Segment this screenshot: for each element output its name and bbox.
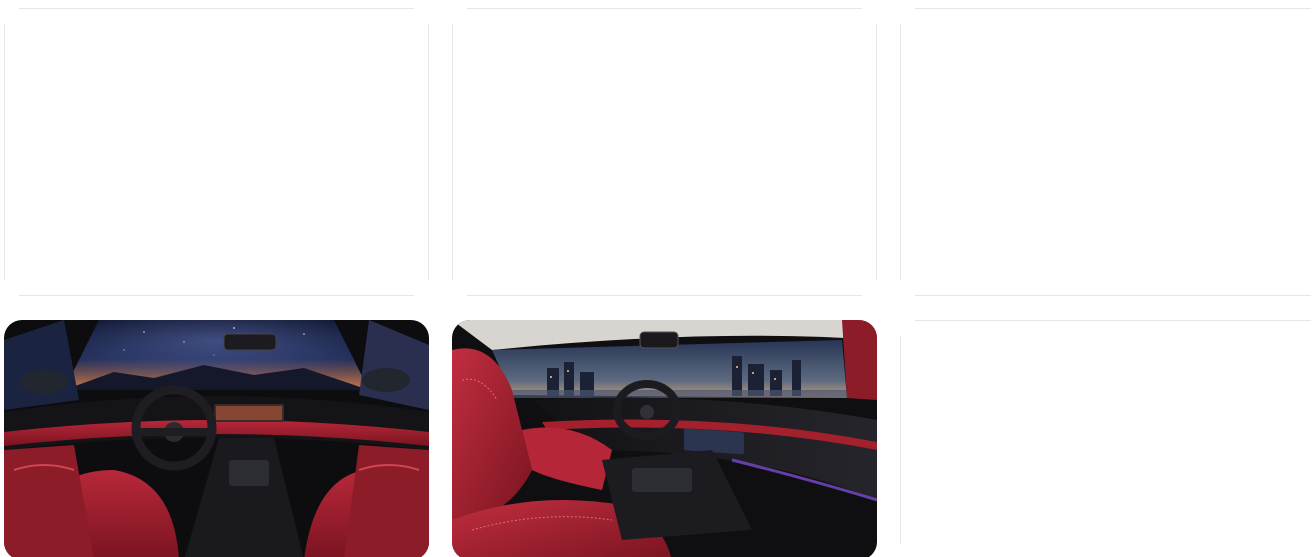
- gallery-card-interior-side[interactable]: [452, 320, 877, 557]
- card-top-rule: [19, 8, 414, 9]
- gallery-card-empty-3[interactable]: [900, 8, 1313, 296]
- card-bottom-rule: [915, 295, 1311, 296]
- gallery-card-empty-1[interactable]: [4, 8, 429, 296]
- car-interior-side-image: [452, 320, 877, 557]
- gallery-card-empty-2[interactable]: [452, 8, 877, 296]
- card-top-rule: [467, 8, 862, 9]
- card-top-rule: [915, 8, 1311, 9]
- gallery-card-empty-6[interactable]: [900, 320, 1313, 544]
- card-bottom-rule: [19, 295, 414, 296]
- gallery-card-interior-front[interactable]: [4, 320, 429, 557]
- image-gallery: [0, 0, 1313, 557]
- car-interior-front-image: [4, 320, 429, 557]
- card-top-rule: [915, 320, 1311, 321]
- card-bottom-rule: [467, 295, 862, 296]
